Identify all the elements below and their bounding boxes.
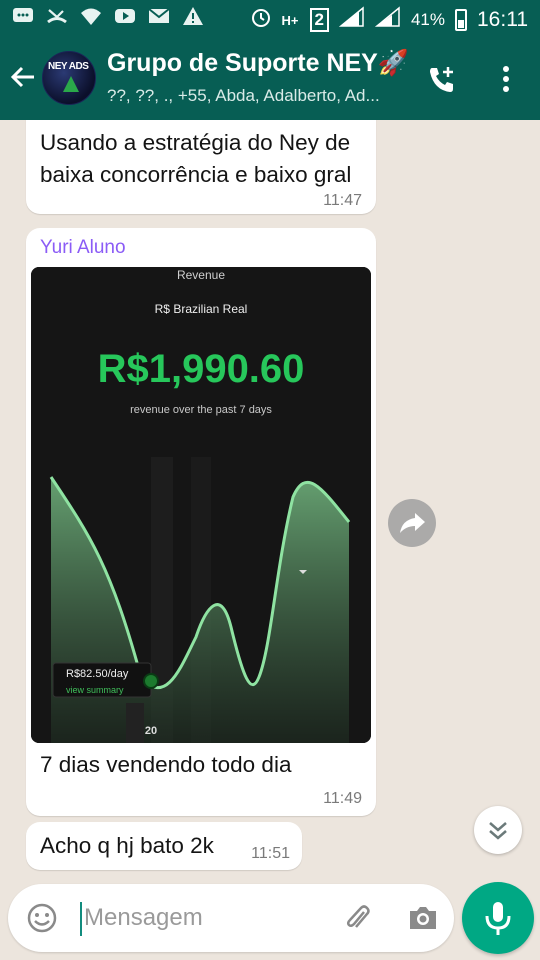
text-caret: [80, 902, 82, 936]
emoji-icon[interactable]: [26, 902, 58, 934]
youtube-icon: [114, 6, 136, 32]
mail-icon: [148, 6, 170, 32]
warning-icon: [182, 6, 204, 32]
message-bubble[interactable]: Usando a estratégia do Ney de baixa conc…: [26, 120, 376, 214]
battery-percent: 41%: [410, 10, 445, 29]
back-arrow-icon[interactable]: [8, 62, 40, 100]
tooltip-value: R$82.50/day: [66, 668, 129, 680]
group-avatar[interactable]: NEY ADS: [42, 51, 96, 105]
signal-icon: [338, 6, 365, 34]
chart-title: Revenue: [176, 268, 226, 282]
forward-icon: [400, 513, 425, 533]
battery-icon: [455, 9, 467, 31]
scroll-to-bottom-button[interactable]: [474, 806, 522, 854]
microphone-icon: [485, 902, 511, 935]
currency-label: R$ Brazilian Real: [154, 302, 248, 316]
message-text: Usando a estratégia do Ney de baixa conc…: [40, 130, 352, 187]
status-bar: H+ 2 41% 16:11: [0, 0, 540, 38]
whatsapp-notif-icon: [12, 6, 34, 32]
add-call-icon[interactable]: [426, 64, 458, 96]
alarm-icon: [250, 6, 272, 34]
more-options-icon[interactable]: [496, 64, 516, 94]
revenue-screenshot-image[interactable]: Revenue R$ Brazilian Real R$1,990.60 rev…: [31, 267, 371, 743]
chat-area[interactable]: Usando a estratégia do Ney de baixa conc…: [0, 120, 540, 880]
tooltip-link: view summary: [66, 685, 124, 695]
chat-header: NEY ADS Grupo de Suporte NEY🚀 ??, ??, .,…: [0, 38, 540, 120]
message-composer: [8, 884, 454, 952]
notification-icons: [12, 6, 204, 32]
double-chevron-down-icon: [489, 822, 507, 840]
clock: 16:11: [477, 8, 528, 31]
message-input[interactable]: [84, 898, 334, 938]
revenue-caption: revenue over the past 7 days: [130, 404, 272, 416]
revenue-amount: R$1,990.60: [97, 347, 305, 391]
currency-dropdown[interactable]: R$ Brazilian Real: [31, 302, 371, 316]
message-bubble[interactable]: Yuri Aluno Revenue R$ Brazilian Real R$1…: [26, 228, 376, 816]
message-text: 7 dias vendendo todo dia: [40, 752, 292, 777]
system-icons: H+ 2 41% 16:11: [250, 6, 528, 34]
sender-name[interactable]: Yuri Aluno: [40, 237, 126, 259]
chat-title[interactable]: Grupo de Suporte NEY🚀: [107, 49, 409, 78]
message-text: Acho q hj bato 2k: [40, 833, 214, 858]
avatar-text: NEY ADS: [48, 61, 89, 72]
sim-icon: 2: [309, 8, 329, 32]
forward-button[interactable]: [388, 499, 436, 547]
chat-participants[interactable]: ??, ??, ., +55, Abda, Adalberto, Ad...: [107, 86, 407, 106]
message-time: 11:51: [251, 845, 290, 862]
wifi-icon: [80, 6, 102, 32]
missed-call-icon: [46, 6, 68, 32]
message-time: 11:47: [323, 192, 362, 209]
attach-icon[interactable]: [342, 902, 374, 934]
signal-icon: [374, 6, 401, 34]
network-icon: H+: [281, 12, 299, 28]
voice-message-button[interactable]: [462, 882, 534, 954]
message-time: 11:49: [323, 790, 362, 807]
camera-icon[interactable]: [406, 902, 440, 934]
x-axis-label: 20: [144, 725, 158, 737]
message-bubble[interactable]: Acho q hj bato 2k 11:51: [26, 822, 302, 870]
